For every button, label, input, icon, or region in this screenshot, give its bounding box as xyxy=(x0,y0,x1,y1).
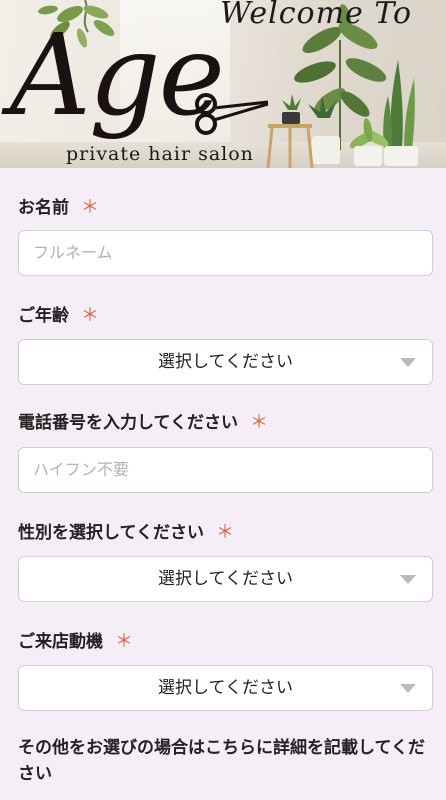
age-field: ご年齢＊ 選択してください xyxy=(18,304,434,385)
name-input[interactable]: フルネーム xyxy=(18,230,433,276)
phone-field: 電話番号を入力してください＊ ハイフン不要 xyxy=(18,411,434,493)
gender-select-value: 選択してください xyxy=(158,569,293,589)
tagline: private hair salon xyxy=(66,143,254,165)
other-detail-label: その他をお選びの場合はこちらに詳細を記載してください xyxy=(18,738,425,784)
chevron-down-icon xyxy=(400,575,416,584)
gender-label: 性別を選択してください＊ xyxy=(18,522,234,543)
other-field: その他をお選びの場合はこちらに詳細を記載してください xyxy=(18,735,434,787)
gender-select[interactable]: 選択してください xyxy=(18,556,433,602)
chevron-down-icon xyxy=(400,684,416,693)
motive-select-value: 選択してください xyxy=(158,678,293,698)
header-banner: Welcome To Age private hair salon xyxy=(0,0,446,168)
snake-plant-icon xyxy=(383,60,418,166)
motive-field: ご来店動機＊ 選択してください xyxy=(18,630,434,711)
chevron-down-icon xyxy=(400,358,416,367)
motive-label: ご来店動機＊ xyxy=(18,631,133,652)
required-mark: ＊ xyxy=(81,305,99,326)
phone-label: 電話番号を入力してください＊ xyxy=(18,412,268,433)
welcome-text: Welcome To xyxy=(220,0,413,31)
phone-input[interactable]: ハイフン不要 xyxy=(18,447,433,493)
age-label: ご年齢＊ xyxy=(18,305,99,326)
required-mark: ＊ xyxy=(249,412,268,433)
name-field: お名前＊ フルネーム xyxy=(18,196,434,276)
required-mark: ＊ xyxy=(215,522,234,543)
brand-logo: Age xyxy=(10,11,225,141)
required-mark: ＊ xyxy=(115,631,133,652)
reservation-form: お名前＊ フルネーム ご年齢＊ 選択してください 電話番号を入力してください＊ … xyxy=(0,196,446,787)
name-label: お名前＊ xyxy=(18,197,99,218)
small-plant-icon xyxy=(308,96,340,164)
age-select-value: 選択してください xyxy=(158,352,293,372)
age-select[interactable]: 選択してください xyxy=(18,339,433,385)
gender-field: 性別を選択してください＊ 選択してください xyxy=(18,521,434,602)
succulent-icon xyxy=(266,94,314,168)
motive-select[interactable]: 選択してください xyxy=(18,665,433,711)
required-mark: ＊ xyxy=(81,197,99,218)
